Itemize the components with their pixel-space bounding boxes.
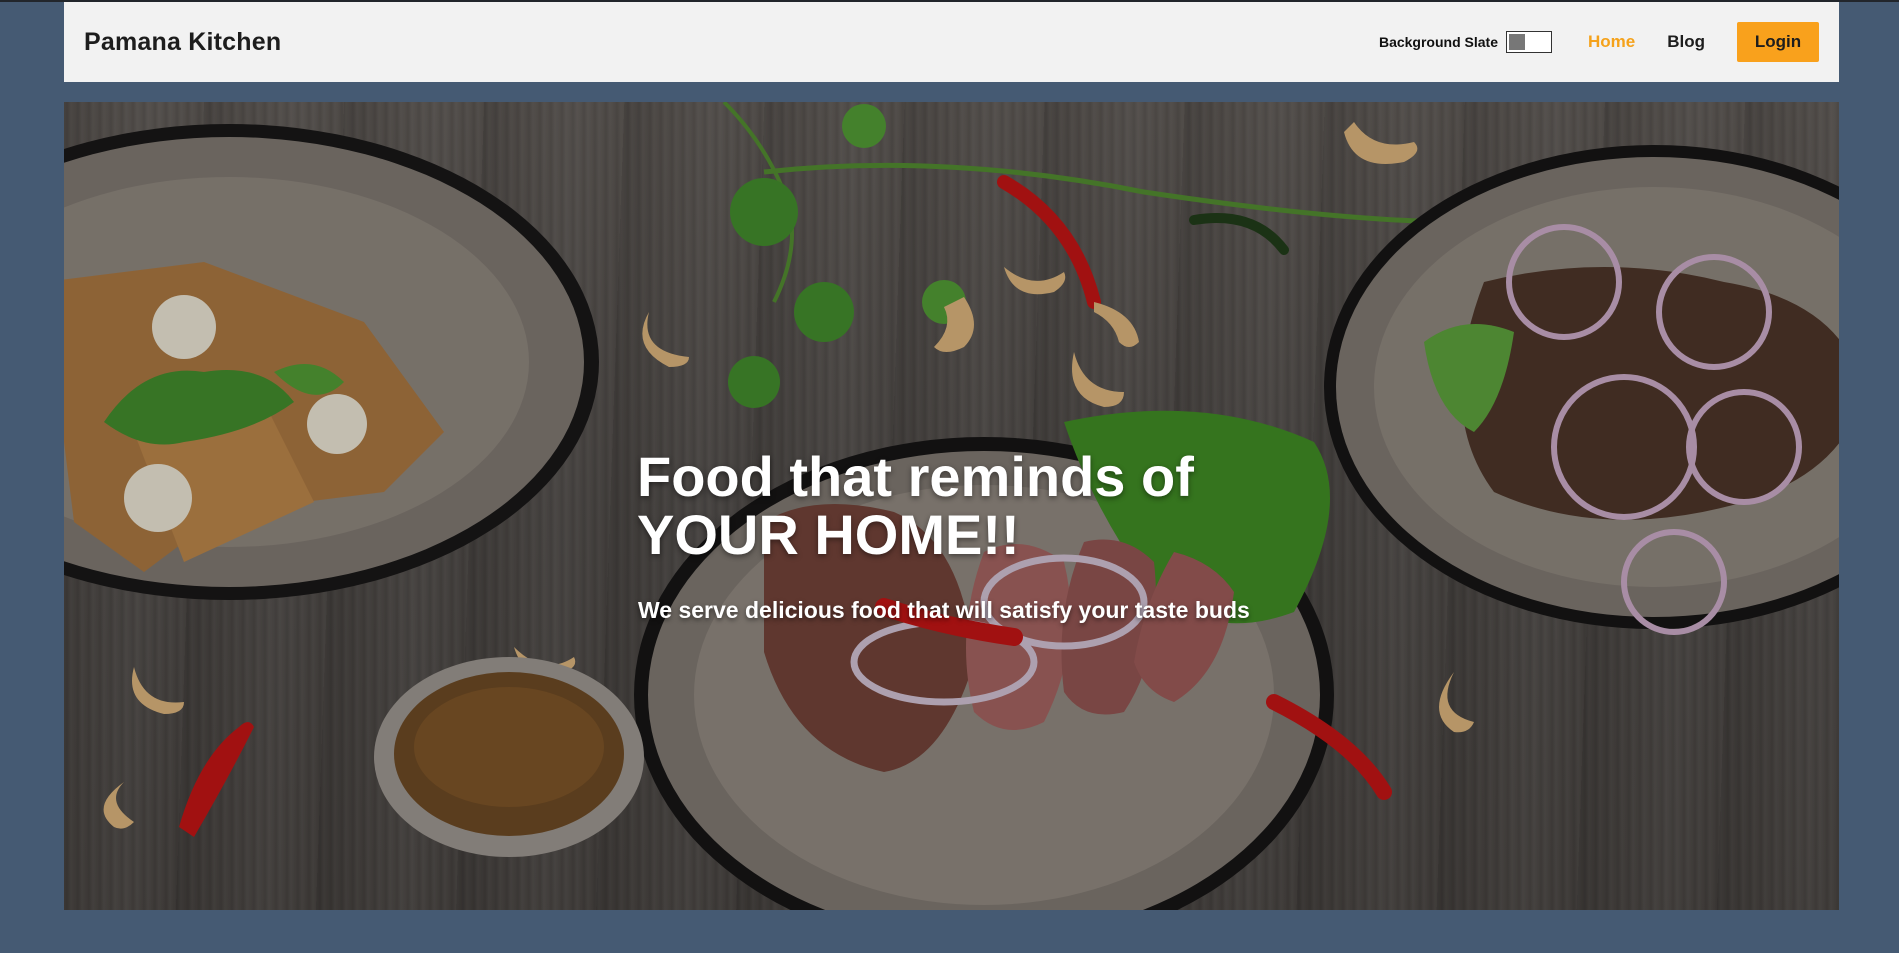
nav-right: Background Slate Home Blog Login	[1379, 2, 1819, 82]
brand-logo-text[interactable]: Pamana Kitchen	[84, 28, 281, 57]
hero-banner: Food that reminds of YOUR HOME!! We serv…	[64, 102, 1839, 910]
login-button[interactable]: Login	[1737, 22, 1819, 62]
hero-title: Food that reminds of YOUR HOME!!	[637, 444, 1337, 566]
nav-link-home[interactable]: Home	[1588, 32, 1635, 52]
hero-title-line-2: YOUR HOME!!	[637, 502, 1020, 566]
background-slate-toggle[interactable]	[1505, 31, 1552, 53]
nav-link-blog[interactable]: Blog	[1667, 32, 1705, 52]
toggle-knob	[1508, 34, 1525, 50]
hero-subtitle: We serve delicious food that will satisf…	[638, 597, 1250, 623]
background-toggle-label: Background Slate	[1378, 34, 1498, 50]
navbar: Pamana Kitchen Background Slate Home Blo…	[64, 2, 1839, 82]
hero-title-line-1: Food that reminds of	[637, 444, 1194, 508]
